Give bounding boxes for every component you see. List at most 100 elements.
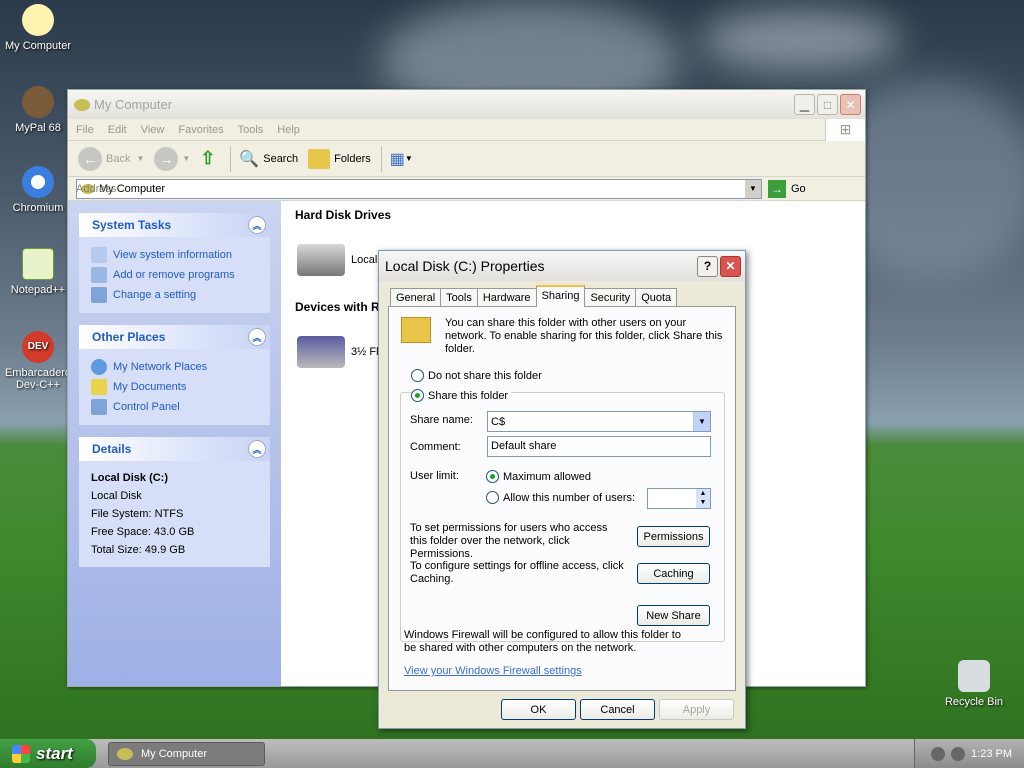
close-button[interactable]: ✕ <box>840 94 861 115</box>
ok-button[interactable]: OK <box>501 699 576 720</box>
toolbar: ← Back ▼ → ▼ ⇧ 🔍 Search Folders ▦ ▼ <box>68 141 865 177</box>
start-button[interactable]: start <box>0 739 96 768</box>
radio-button[interactable] <box>411 389 424 402</box>
permissions-button[interactable]: Permissions <box>637 526 710 547</box>
minimize-button[interactable]: ▁ <box>794 94 815 115</box>
system-tray: 1:23 PM <box>914 739 1024 768</box>
new-share-button[interactable]: New Share <box>637 605 710 626</box>
collapse-chevron-icon[interactable]: ︽ <box>248 216 266 234</box>
add-remove-icon <box>91 267 107 283</box>
tab-quota[interactable]: Quota <box>635 288 678 307</box>
tab-security[interactable]: Security <box>584 288 637 307</box>
views-button[interactable]: ▦ ▼ <box>390 149 413 169</box>
menu-favorites[interactable]: Favorites <box>178 124 223 136</box>
notepad-icon <box>22 248 54 280</box>
caching-text: To configure settings for offline access… <box>410 560 624 585</box>
desktop-icon-label: MyPal 68 <box>15 122 61 134</box>
forward-button[interactable]: → ▼ <box>154 146 191 171</box>
task-view-system-info[interactable]: View system information <box>91 245 258 265</box>
desktop-icon-label: Chromium <box>12 202 64 214</box>
panel-title: System Tasks <box>92 218 172 232</box>
menu-edit[interactable]: Edit <box>108 124 127 136</box>
share-name-combo[interactable]: C$ ▼ <box>487 411 711 432</box>
taskbar-item-my-computer[interactable]: My Computer <box>108 741 265 766</box>
desktop-icon-devcpp[interactable]: DEV Embarcadero Dev-C++ <box>0 331 76 391</box>
volume-tray-icon[interactable] <box>951 746 966 761</box>
mypal-icon <box>22 86 54 118</box>
help-button[interactable]: ? <box>697 255 718 277</box>
dialog-titlebar[interactable]: Local Disk (C:) Properties ? ✕ <box>379 251 745 281</box>
task-change-setting[interactable]: Change a setting <box>91 285 258 305</box>
other-places-header[interactable]: Other Places ︽ <box>79 325 270 349</box>
spinner-arrows-icon[interactable]: ▲ ▼ <box>696 489 710 508</box>
place-network[interactable]: My Network Places <box>91 357 258 377</box>
menu-view[interactable]: View <box>141 124 165 136</box>
tab-tools[interactable]: Tools <box>440 288 478 307</box>
desktop-icon-mypal[interactable]: MyPal 68 <box>0 86 76 134</box>
drive-label: 3½ Fl <box>351 346 379 358</box>
up-folder-icon: ⇧ <box>200 147 216 168</box>
task-label: My Network Places <box>113 361 208 373</box>
sharing-intro: You can share this folder with other use… <box>401 317 730 356</box>
folders-button[interactable]: Folders <box>308 148 371 169</box>
address-bar: Address My Computer ▼ → Go <box>68 177 865 201</box>
go-arrow-icon: → <box>768 179 786 198</box>
radio-do-not-share[interactable]: Do not share this folder <box>411 369 542 382</box>
chromium-icon <box>22 166 54 198</box>
comment-field[interactable]: Default share <box>487 436 711 457</box>
place-control-panel[interactable]: Control Panel <box>91 397 258 417</box>
task-label: View system information <box>113 249 233 261</box>
control-panel-icon <box>91 399 107 415</box>
collapse-chevron-icon[interactable]: ︽ <box>248 328 266 346</box>
search-button[interactable]: 🔍 Search <box>239 149 298 169</box>
desktop-icon-notepadpp[interactable]: Notepad++ <box>0 248 76 296</box>
maximize-button[interactable]: □ <box>817 94 838 115</box>
search-label: Search <box>263 152 299 165</box>
task-label: Control Panel <box>113 401 180 413</box>
details-header[interactable]: Details ︽ <box>79 437 270 461</box>
views-icon: ▦ <box>389 150 405 168</box>
menu-file[interactable]: File <box>76 124 94 136</box>
task-add-remove-programs[interactable]: Add or remove programs <box>91 265 258 285</box>
back-button[interactable]: ← Back ▼ <box>78 146 144 171</box>
desktop-icon-chromium[interactable]: Chromium <box>0 166 76 214</box>
cancel-button[interactable]: Cancel <box>580 699 655 720</box>
tab-sharing[interactable]: Sharing <box>535 285 586 307</box>
caching-button[interactable]: Caching <box>637 563 710 584</box>
system-tasks-header[interactable]: System Tasks ︽ <box>79 213 270 237</box>
clock[interactable]: 1:23 PM <box>971 748 1012 760</box>
user-limit-label: User limit: <box>410 470 459 482</box>
radio-share-this[interactable]: Share this folder <box>411 389 512 402</box>
place-documents[interactable]: My Documents <box>91 377 258 397</box>
desktop-icon-recycle-bin[interactable]: Recycle Bin <box>936 660 1012 708</box>
address-dropdown-button[interactable]: ▼ <box>745 179 761 198</box>
network-tray-icon[interactable] <box>931 746 946 761</box>
radio-button[interactable] <box>486 491 499 504</box>
up-button[interactable]: ⇧ <box>200 148 220 170</box>
detail-filesystem: File System: NTFS <box>91 508 184 520</box>
desktop-icon-label: Embarcadero Dev-C++ <box>4 367 72 391</box>
desktop-icon-my-computer[interactable]: My Computer <box>0 4 76 52</box>
dialog-close-button[interactable]: ✕ <box>720 255 741 277</box>
address-field[interactable]: My Computer ▼ <box>76 178 762 199</box>
tab-hardware[interactable]: Hardware <box>476 288 537 307</box>
go-button[interactable]: → Go <box>768 179 806 198</box>
user-count-spinner[interactable]: ▲ ▼ <box>647 488 711 509</box>
panel-title: Details <box>92 442 132 456</box>
menu-tools[interactable]: Tools <box>238 124 264 136</box>
chevron-down-icon[interactable]: ▼ <box>693 412 710 431</box>
chevron-down-icon: ▼ <box>182 154 191 163</box>
collapse-chevron-icon[interactable]: ︽ <box>248 440 266 458</box>
my-computer-icon <box>74 98 90 111</box>
radio-allow-number[interactable]: Allow this number of users: <box>486 491 635 504</box>
menu-help[interactable]: Help <box>277 124 300 136</box>
radio-max-allowed[interactable]: Maximum allowed <box>486 470 591 483</box>
task-label: My Documents <box>113 381 187 393</box>
radio-button[interactable] <box>411 369 424 382</box>
tab-general[interactable]: General <box>390 288 442 307</box>
detail-type: Local Disk <box>91 490 142 502</box>
share-name-label: Share name: <box>410 414 473 426</box>
radio-button[interactable] <box>486 470 499 483</box>
firewall-settings-link[interactable]: View your Windows Firewall settings <box>404 665 582 677</box>
explorer-titlebar[interactable]: My Computer ▁ □ ✕ <box>68 90 865 119</box>
